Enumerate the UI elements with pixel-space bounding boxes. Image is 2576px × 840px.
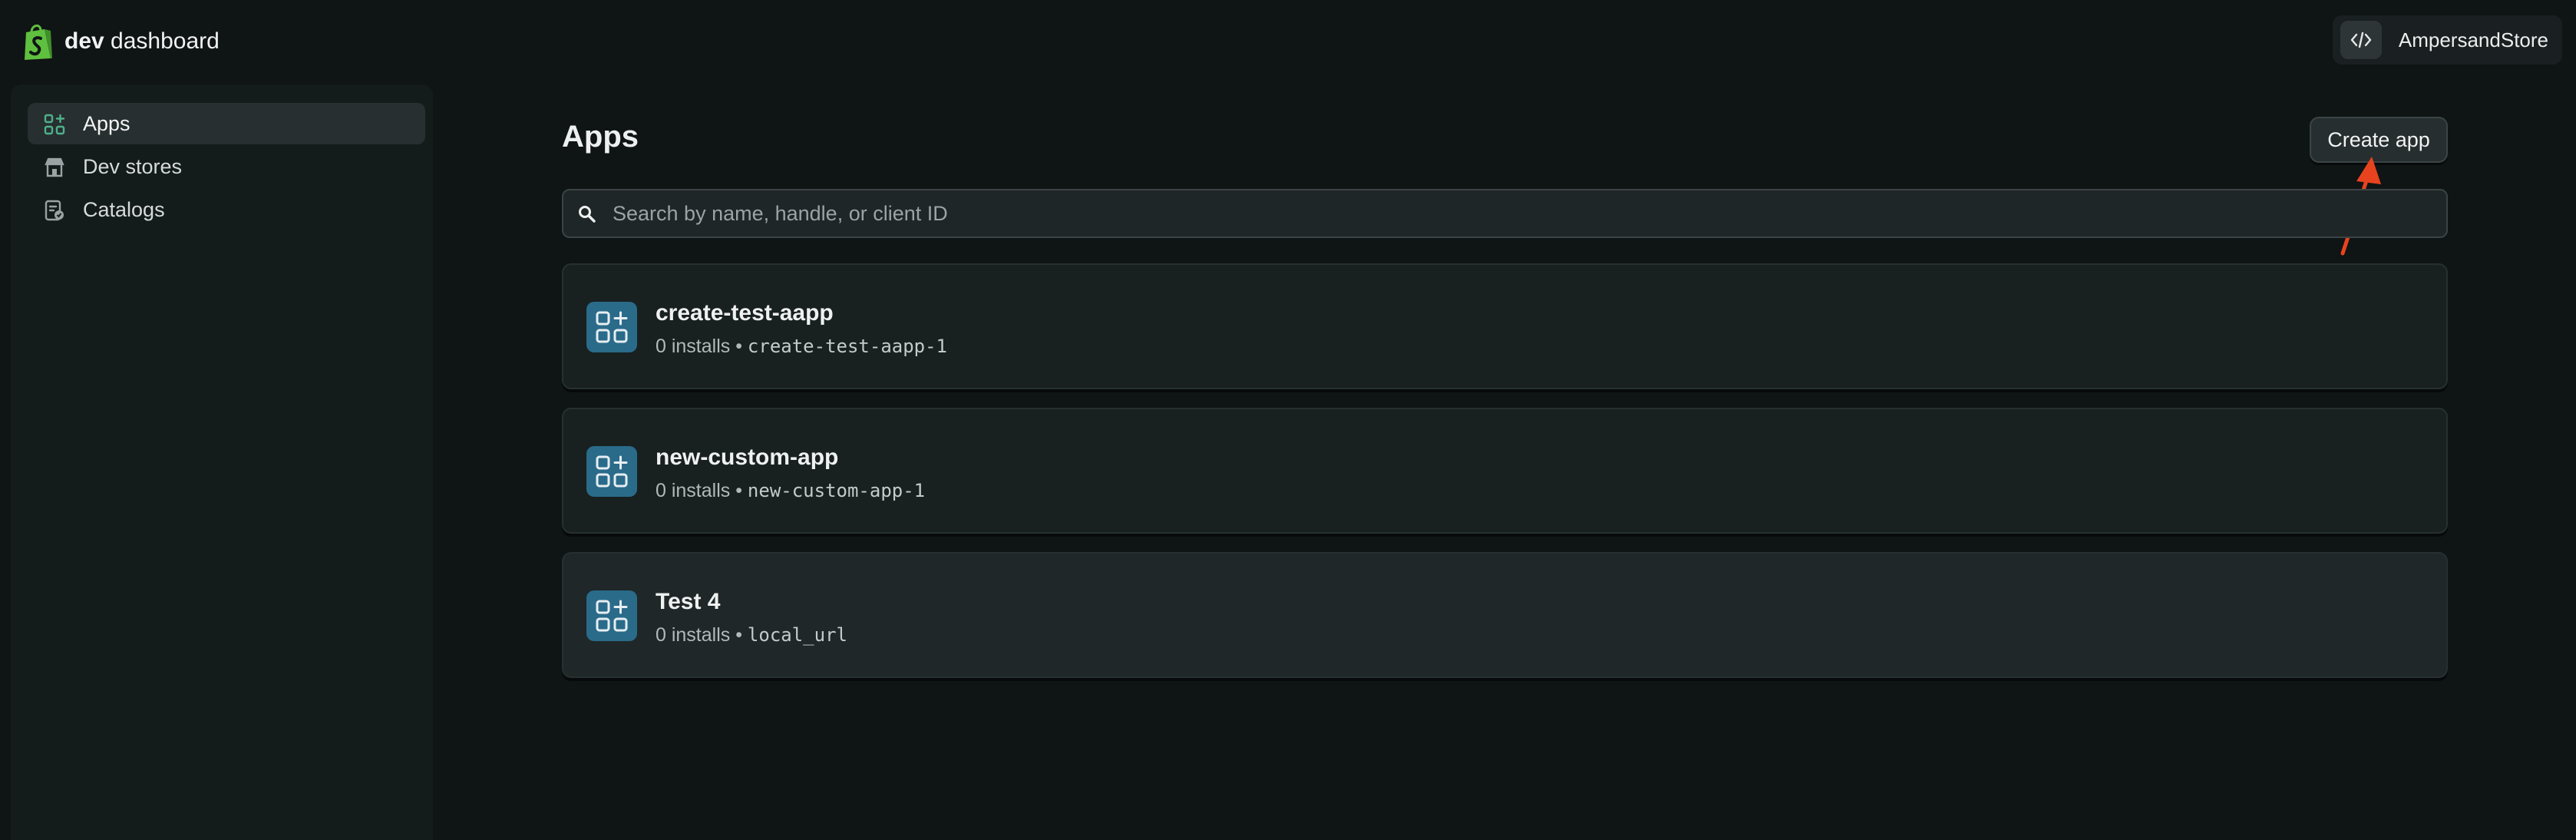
brand-title-bold: dev bbox=[64, 28, 104, 54]
app-icon bbox=[586, 446, 637, 497]
brand-title-rest: dashboard bbox=[104, 28, 220, 54]
app-installs: 0 installs bbox=[656, 336, 731, 357]
code-icon bbox=[2340, 21, 2382, 59]
sidebar-item-label: Apps bbox=[83, 111, 130, 135]
sidebar-item-dev-stores[interactable]: Dev stores bbox=[28, 146, 425, 187]
page-title: Apps bbox=[562, 120, 639, 154]
app-card[interactable]: create-test-aapp 0 installs • create-tes… bbox=[562, 263, 2448, 389]
apps-icon bbox=[44, 114, 65, 135]
meta-separator: • bbox=[730, 336, 748, 357]
app-installs: 0 installs bbox=[656, 480, 731, 501]
meta-separator: • bbox=[730, 624, 748, 646]
search-icon bbox=[579, 206, 596, 223]
app-handle: local_url bbox=[747, 624, 847, 646]
app-handle: create-test-aapp-1 bbox=[747, 336, 948, 357]
app-meta: 0 installs • create-test-aapp-1 bbox=[656, 336, 947, 358]
app-name: Test 4 bbox=[656, 589, 721, 614]
app-meta: 0 installs • local_url bbox=[656, 624, 847, 647]
app-card[interactable]: new-custom-app 0 installs • new-custom-a… bbox=[562, 408, 2448, 534]
meta-separator: • bbox=[730, 480, 748, 501]
brand[interactable]: dev dashboard bbox=[21, 21, 220, 61]
app-name: new-custom-app bbox=[656, 445, 839, 470]
account-name: AmpersandStore bbox=[2398, 28, 2548, 51]
account-switcher[interactable]: AmpersandStore bbox=[2332, 15, 2562, 64]
app-meta: 0 installs • new-custom-app-1 bbox=[656, 480, 925, 502]
sidebar-item-catalogs[interactable]: Catalogs bbox=[28, 189, 425, 230]
app-handle: new-custom-app-1 bbox=[747, 480, 926, 501]
top-bar: dev dashboard AmpersandStore bbox=[0, 0, 2576, 83]
sidebar-item-label: Catalogs bbox=[83, 197, 165, 221]
brand-title: dev dashboard bbox=[64, 28, 220, 55]
sidebar-item-apps[interactable]: Apps bbox=[28, 103, 425, 144]
search-bar bbox=[562, 189, 2448, 238]
search-input[interactable] bbox=[613, 190, 2432, 236]
sidebar: Apps Dev stores Catalogs bbox=[11, 84, 433, 840]
app-icon bbox=[586, 302, 637, 352]
app-icon bbox=[586, 590, 637, 641]
shopify-bag-icon bbox=[25, 25, 52, 60]
app-card[interactable]: Test 4 0 installs • local_url bbox=[562, 552, 2448, 678]
store-icon bbox=[45, 157, 64, 177]
app-name: create-test-aapp bbox=[656, 300, 834, 326]
catalog-icon bbox=[45, 200, 64, 221]
sidebar-item-label: Dev stores bbox=[83, 154, 183, 178]
app-installs: 0 installs bbox=[656, 624, 731, 646]
